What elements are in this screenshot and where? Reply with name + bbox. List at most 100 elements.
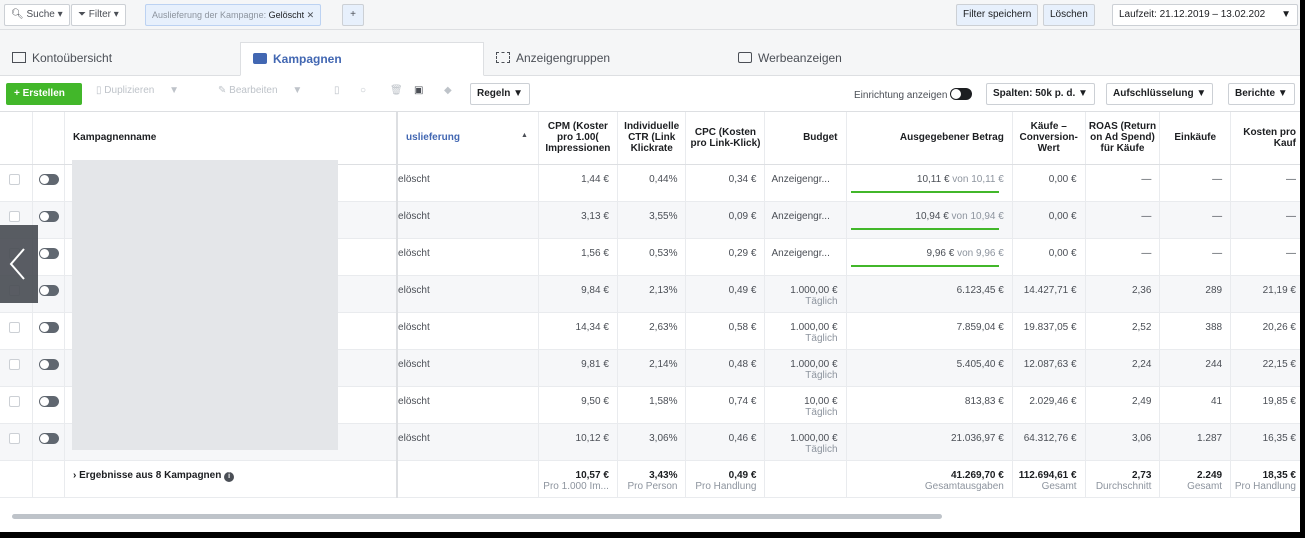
row-toggle-cell[interactable] xyxy=(32,349,65,387)
column-ctr[interactable]: Individuelle CTR (Link Klickrate xyxy=(617,112,687,165)
columns-dropdown[interactable]: Spalten: 50k p. d. ▼ xyxy=(986,83,1095,105)
reports-label: Berichte xyxy=(1235,88,1276,99)
horizontal-scrollbar[interactable] xyxy=(12,514,942,519)
campaign-on-off-toggle[interactable] xyxy=(38,210,59,222)
column-purchase-value[interactable]: Käufe – Conversion-Wert xyxy=(1012,112,1086,165)
close-icon[interactable]: ✕ xyxy=(307,10,315,20)
row-toggle-cell[interactable] xyxy=(32,312,65,350)
campaign-on-off-toggle[interactable] xyxy=(38,432,59,444)
spent-amount: 5.405,40 € xyxy=(956,358,1004,370)
row-checkbox[interactable] xyxy=(9,358,20,370)
setup-switch[interactable] xyxy=(950,88,973,100)
previous-arrow[interactable] xyxy=(0,225,38,303)
budget-cell[interactable]: Anzeigengr... xyxy=(764,201,847,239)
budget-cell[interactable]: 1.000,00 € Täglich xyxy=(764,312,847,350)
filter-chip[interactable]: Auslieferung der Kampagne: Gelöscht ✕ xyxy=(145,4,322,26)
totals-label-cell[interactable]: › Ergebnisse aus 8 Kampagnen i xyxy=(64,460,398,498)
spend-progress-bar xyxy=(850,264,999,267)
row-checkbox[interactable] xyxy=(9,395,20,407)
row-checkbox[interactable] xyxy=(9,210,20,222)
column-budget[interactable]: Budget xyxy=(764,112,847,165)
cost-per-purchase-cell: — xyxy=(1230,164,1305,202)
column-cpm[interactable]: CPM (Koster pro 1.00( Impressionen xyxy=(538,112,618,165)
budget-cell[interactable]: 1.000,00 € Täglich xyxy=(764,423,847,461)
column-delivery-label: uslieferung xyxy=(406,132,460,144)
setup-toggle[interactable]: Einrichtung anzeigen xyxy=(854,88,973,101)
budget-amount: Anzeigengr... xyxy=(771,173,830,185)
row-checkbox-cell[interactable] xyxy=(0,164,33,202)
totals-spacer xyxy=(0,460,33,498)
preview-icon[interactable]: ▣ xyxy=(414,85,423,96)
row-checkbox-cell[interactable] xyxy=(0,386,33,424)
rules-dropdown[interactable]: Regeln ▼ xyxy=(470,83,531,105)
column-delivery[interactable]: uslieferung ▲ xyxy=(396,112,539,165)
info-icon: i xyxy=(224,471,235,482)
filter-bar: 🔍︎ Suche ▾ ⏷ Filter ▾ Auslieferung der K… xyxy=(0,0,1305,30)
row-checkbox-cell[interactable] xyxy=(0,312,33,350)
purchases-cell: — xyxy=(1159,238,1232,276)
lock-icon[interactable]: ▯ xyxy=(334,85,340,96)
row-checkbox[interactable] xyxy=(9,432,20,444)
search-dropdown[interactable]: 🔍︎ Suche ▾ xyxy=(4,4,70,26)
column-cost-per-purchase[interactable]: Kosten pro Kauf xyxy=(1230,112,1305,165)
row-checkbox-cell[interactable] xyxy=(0,349,33,387)
row-checkbox[interactable] xyxy=(9,173,20,185)
row-toggle-cell[interactable] xyxy=(32,164,65,202)
save-filter-button[interactable]: Filter speichern xyxy=(956,4,1039,26)
search-icon: 🔍︎ xyxy=(11,9,24,20)
row-toggle-cell[interactable] xyxy=(32,386,65,424)
date-range-picker[interactable]: Laufzeit: 21.12.2019 – 13.02.202 ▼ xyxy=(1112,4,1298,26)
create-button[interactable]: + Erstellen xyxy=(6,83,82,105)
campaign-on-off-toggle[interactable] xyxy=(38,358,59,370)
filter-dropdown[interactable]: ⏷ Filter ▾ xyxy=(71,4,126,26)
refresh-icon[interactable]: ○ xyxy=(360,85,366,96)
cpm-cell: 3,13 € xyxy=(538,201,618,239)
roas-cell: — xyxy=(1085,238,1161,276)
trash-icon[interactable]: 🗑︎ xyxy=(390,85,403,96)
add-filter-button[interactable]: + xyxy=(342,4,364,26)
column-spent[interactable]: Ausgegebener Betrag xyxy=(846,112,1013,165)
edit-button[interactable]: ✎ Bearbeiten ▼ xyxy=(218,85,302,96)
delivery-cell: elöscht xyxy=(396,349,539,387)
budget-cell[interactable]: Anzeigengr... xyxy=(764,238,847,276)
campaign-on-off-toggle[interactable] xyxy=(38,321,59,333)
spent-amount: 6.123,45 € xyxy=(956,284,1004,296)
row-checkbox[interactable] xyxy=(9,321,20,333)
campaign-on-off-toggle[interactable] xyxy=(38,284,59,296)
row-toggle-cell[interactable] xyxy=(32,423,65,461)
purchases-cell: 1.287 xyxy=(1159,423,1232,461)
tab-campaigns[interactable]: Kampagnen xyxy=(240,42,484,76)
budget-amount: Anzeigengr... xyxy=(771,247,830,259)
totals-row: › Ergebnisse aus 8 Kampagnen i 10,57 € Pr… xyxy=(0,460,1305,498)
reports-dropdown[interactable]: Berichte ▼ xyxy=(1228,83,1295,105)
budget-cell[interactable]: Anzeigengr... xyxy=(764,164,847,202)
screen-edge-right xyxy=(1300,0,1305,538)
cpm-cell: 14,34 € xyxy=(538,312,618,350)
campaign-on-off-toggle[interactable] xyxy=(38,247,59,259)
budget-cell[interactable]: 1.000,00 € Täglich xyxy=(764,349,847,387)
column-purchases[interactable]: Einkäufe xyxy=(1159,112,1232,165)
column-cpc[interactable]: CPC (Kosten pro Link-Klick) xyxy=(685,112,766,165)
columns-label: Spalten: 50k p. d. xyxy=(993,88,1076,99)
delivery-status: elöscht xyxy=(398,358,430,370)
campaign-on-off-toggle[interactable] xyxy=(38,395,59,407)
delete-filter-button[interactable]: Löschen xyxy=(1043,4,1095,26)
campaign-on-off-toggle[interactable] xyxy=(38,173,59,185)
select-all-cell[interactable] xyxy=(0,112,33,165)
budget-cell[interactable]: 10,00 € Täglich xyxy=(764,386,847,424)
cpc-cell: 0,74 € xyxy=(685,386,766,424)
budget-cell[interactable]: 1.000,00 € Täglich xyxy=(764,275,847,313)
column-campaign-name[interactable]: Kampagnenname xyxy=(64,112,398,165)
tag-icon[interactable]: ◆ xyxy=(444,85,452,96)
filter-label: Filter xyxy=(88,9,112,20)
delivery-status: elöscht xyxy=(398,432,430,444)
tab-account-overview[interactable]: Kontoübersicht xyxy=(0,42,240,76)
budget-amount: 1.000,00 € xyxy=(790,432,838,444)
tab-ads[interactable]: Werbeanzeigen xyxy=(726,42,972,76)
tab-ad-sets[interactable]: Anzeigengruppen xyxy=(484,42,726,76)
row-checkbox-cell[interactable] xyxy=(0,423,33,461)
breakdown-dropdown[interactable]: Aufschlüsselung ▼ xyxy=(1106,83,1214,105)
folder-icon xyxy=(253,53,267,64)
duplicate-button[interactable]: ▯ Duplizieren ▼ xyxy=(96,85,179,96)
column-roas[interactable]: ROAS (Return on Ad Spend) für Käufe xyxy=(1085,112,1161,165)
